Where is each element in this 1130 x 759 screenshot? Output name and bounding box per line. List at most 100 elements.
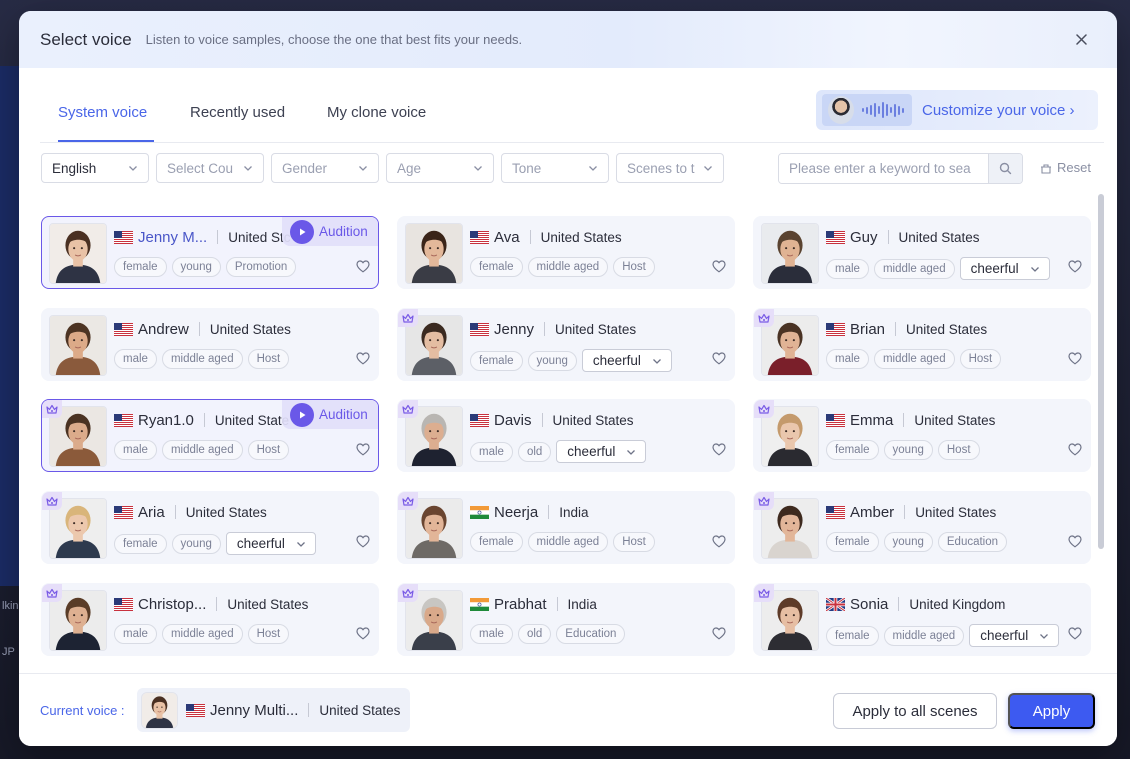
close-icon [1075, 33, 1087, 45]
voice-card[interactable]: Andrew United States male middle aged Host [41, 308, 379, 381]
voice-card[interactable]: Amber United States female young Education [753, 491, 1091, 564]
tone-select[interactable]: cheerful [556, 440, 647, 463]
voice-card[interactable]: Aria United States female young cheerful [41, 491, 379, 564]
voice-tag: male [114, 349, 157, 369]
voice-country: United States [555, 321, 637, 337]
voice-card[interactable]: Jenny United States female young cheerful [397, 308, 735, 381]
search-icon [999, 162, 1012, 175]
reset-icon [1041, 163, 1051, 174]
voice-country: India [567, 596, 597, 612]
tone-select[interactable]: cheerful [581, 349, 672, 372]
voice-country: United States [898, 229, 980, 245]
favorite-heart-icon[interactable] [712, 535, 726, 553]
avatar [141, 691, 178, 729]
close-button[interactable] [1073, 31, 1089, 47]
chevron-down-icon [704, 166, 712, 171]
favorite-heart-icon[interactable] [1068, 535, 1082, 553]
voice-tag: Host [613, 532, 655, 552]
favorite-heart-icon[interactable] [1068, 627, 1082, 645]
current-voice-chip: Jenny Multi... United States [137, 688, 410, 732]
voice-tag: young [171, 257, 221, 277]
tab-recently-used[interactable]: Recently used [190, 104, 285, 121]
select-voice-dialog: Select voice Listen to voice samples, ch… [19, 11, 1117, 746]
dialog-title: Select voice [40, 29, 132, 49]
voice-tag: Education [937, 532, 1008, 552]
customize-voice-label: Customize your voice › [922, 101, 1075, 119]
voice-tags: male middle aged Host [114, 349, 290, 369]
tone-select[interactable]: cheerful [969, 624, 1060, 647]
voice-country: United States [185, 504, 267, 520]
voice-name-row: Christop... United States [114, 594, 368, 614]
language-select-value: English [52, 160, 97, 176]
country-select[interactable]: Select Cou [156, 153, 264, 183]
voice-name-row: Ava United States [470, 227, 724, 247]
age-select-placeholder: Age [397, 160, 422, 176]
tone-select[interactable]: cheerful [959, 257, 1050, 280]
scenes-select[interactable]: Scenes to t [616, 153, 724, 183]
favorite-heart-icon[interactable] [1068, 352, 1082, 370]
favorite-heart-icon[interactable] [356, 443, 370, 461]
favorite-heart-icon[interactable] [712, 260, 726, 278]
voice-card[interactable]: Emma United States female young Host [753, 399, 1091, 472]
voice-tag: male [114, 440, 157, 460]
age-select[interactable]: Age [386, 153, 494, 183]
favorite-heart-icon[interactable] [356, 260, 370, 278]
voice-country: United Kingdom [909, 596, 1006, 612]
apply-to-all-scenes-button[interactable]: Apply to all scenes [833, 693, 997, 729]
in-flag-icon [470, 505, 489, 519]
tone-select[interactable]: cheerful [225, 532, 316, 555]
favorite-heart-icon[interactable] [1068, 443, 1082, 461]
tab-system-voice[interactable]: System voice [58, 104, 147, 121]
voice-card[interactable]: Sonia United Kingdom female middle aged chee… [753, 583, 1091, 656]
favorite-heart-icon[interactable] [356, 627, 370, 645]
favorite-heart-icon[interactable] [356, 535, 370, 553]
search-button[interactable] [988, 154, 1022, 183]
voice-country: United States [552, 412, 634, 428]
favorite-heart-icon[interactable] [1068, 260, 1082, 278]
voice-card[interactable]: Brian United States male middle aged Host [753, 308, 1091, 381]
voice-card[interactable]: Ava United States female middle aged Host [397, 216, 735, 289]
voice-card[interactable]: Prabhat India male old Education [397, 583, 735, 656]
voice-name: Amber [850, 503, 895, 521]
favorite-heart-icon[interactable] [712, 443, 726, 461]
us-flag-icon [114, 597, 133, 611]
voice-name-row: Aria United States [114, 502, 368, 522]
voice-tag: middle aged [161, 624, 243, 644]
favorite-heart-icon[interactable] [712, 352, 726, 370]
voice-tags: male old cheerful [470, 440, 647, 463]
favorite-heart-icon[interactable] [356, 352, 370, 370]
voice-card[interactable]: Jenny M... United Stc female young Promotion… [41, 216, 379, 289]
audition-button[interactable]: Audition [282, 400, 378, 429]
scrollbar[interactable] [1098, 194, 1104, 549]
voice-tag: middle aged [161, 440, 243, 460]
us-flag-icon [470, 413, 489, 427]
gender-select[interactable]: Gender [271, 153, 379, 183]
chevron-down-icon [244, 166, 252, 171]
divider [904, 505, 906, 519]
reset-button[interactable]: Reset [1040, 160, 1091, 175]
divider [544, 322, 546, 336]
favorite-heart-icon[interactable] [712, 627, 726, 645]
divider [895, 322, 897, 336]
us-flag-icon [114, 322, 133, 336]
language-select[interactable]: English [41, 153, 149, 183]
voice-tags: female young Education [826, 532, 1008, 552]
audition-button[interactable]: Audition [282, 217, 378, 246]
voice-card[interactable]: Guy United States male middle aged cheerful [753, 216, 1091, 289]
tab-my-clone-voice[interactable]: My clone voice [327, 104, 426, 121]
voice-card[interactable]: Ryan1.0 United State male middle aged Host Au… [41, 399, 379, 472]
voice-tag: Host [247, 624, 290, 644]
voice-tags: female middle aged cheerful [826, 624, 1060, 647]
search-input[interactable] [779, 154, 988, 183]
voice-card[interactable]: Christop... United States male middle aged H… [41, 583, 379, 656]
tone-select-value: cheerful [236, 536, 285, 551]
premium-crown-icon [398, 309, 418, 327]
chevron-down-icon [652, 359, 661, 364]
customize-voice-button[interactable]: Customize your voice › [816, 90, 1098, 130]
country-select-placeholder: Select Cou [167, 160, 234, 176]
tone-filter-select[interactable]: Tone [501, 153, 609, 183]
divider [174, 505, 176, 519]
voice-card[interactable]: Neerja India female middle aged Host [397, 491, 735, 564]
apply-button[interactable]: Apply [1008, 693, 1095, 729]
voice-card[interactable]: Davis United States male old cheerful [397, 399, 735, 472]
